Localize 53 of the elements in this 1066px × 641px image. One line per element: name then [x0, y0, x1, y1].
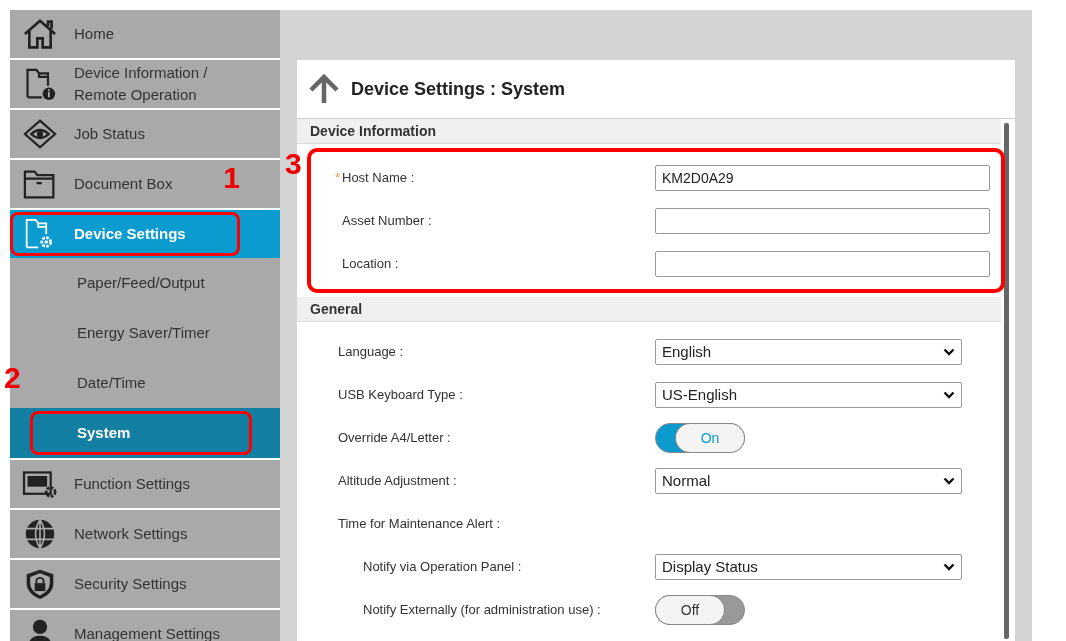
field-label: Asset Number :	[342, 213, 433, 228]
sidebar-label: Function Settings	[74, 474, 190, 494]
select-field[interactable]: US-English	[655, 381, 962, 408]
select-field[interactable]: Normal	[655, 467, 962, 494]
sidebar-item[interactable]: Security Settings	[10, 560, 280, 608]
field-label: USB Keyboard Type :	[338, 387, 464, 402]
home-icon	[22, 18, 58, 50]
select-field[interactable]: Display Status	[655, 553, 962, 580]
sidebar-label: Energy Saver/Timer	[77, 323, 210, 343]
field-label: Time for Maintenance Alert :	[338, 516, 502, 531]
sidebar-label: Network Settings	[74, 524, 188, 544]
chevron-down-icon	[943, 562, 955, 571]
text-field[interactable]	[655, 250, 990, 277]
sidebar-label: Date/Time	[77, 373, 146, 393]
sidebar-label: Home	[74, 24, 114, 44]
chevron-down-icon	[943, 347, 955, 356]
text-field[interactable]	[655, 207, 990, 234]
field-label: Notify Externally (for administration use) :	[363, 602, 602, 617]
text-field[interactable]: KM2D0A29	[655, 164, 990, 191]
monitor-gear-icon	[22, 468, 58, 500]
select-field[interactable]: English	[655, 338, 962, 365]
chevron-down-icon	[943, 390, 955, 399]
sidebar-label: Security Settings	[74, 574, 187, 594]
field-label: Language :	[338, 344, 405, 359]
sidebar-label: Device Settings	[74, 224, 186, 244]
field-label: Host Name :	[342, 170, 416, 185]
field-label: Override A4/Letter :	[338, 430, 452, 445]
sidebar-item[interactable]: Home	[10, 10, 280, 58]
callout-number: 3	[285, 148, 302, 180]
chevron-down-icon	[943, 476, 955, 485]
sidebar-item[interactable]: Job Status	[10, 110, 280, 158]
field-label: Altitude Adjustment :	[338, 473, 458, 488]
page-title: Device Settings : System	[351, 78, 566, 100]
toggle-switch[interactable]: Off	[655, 594, 745, 625]
sidebar-label: Paper/Feed/Output	[77, 273, 205, 293]
sidebar-label: System	[77, 423, 131, 443]
required-mark: *	[335, 170, 342, 185]
sidebar-subitem[interactable]: Paper/Feed/Output	[10, 258, 280, 308]
sidebar-label: Job Status	[74, 124, 145, 144]
field-label: Location :	[342, 256, 400, 271]
eye-icon	[22, 118, 58, 150]
sidebar-label: Device Information / Remote Operation	[74, 63, 209, 105]
sidebar-item[interactable]: Network Settings	[10, 510, 280, 558]
sidebar-subitem[interactable]: Energy Saver/Timer	[10, 308, 280, 358]
sidebar-item[interactable]: Device Information / Remote Operation	[10, 60, 280, 108]
sidebar-item[interactable]: Function Settings	[10, 460, 280, 508]
sidebar-label: Document Box	[74, 174, 173, 194]
callout-number: 1	[223, 162, 240, 194]
section-header: Device Information	[297, 119, 1001, 144]
toggle-switch[interactable]: On	[655, 422, 745, 453]
field-label: Notify via Operation Panel :	[363, 559, 523, 574]
up-arrow-icon[interactable]	[307, 74, 341, 104]
section-header: General	[297, 297, 1001, 322]
